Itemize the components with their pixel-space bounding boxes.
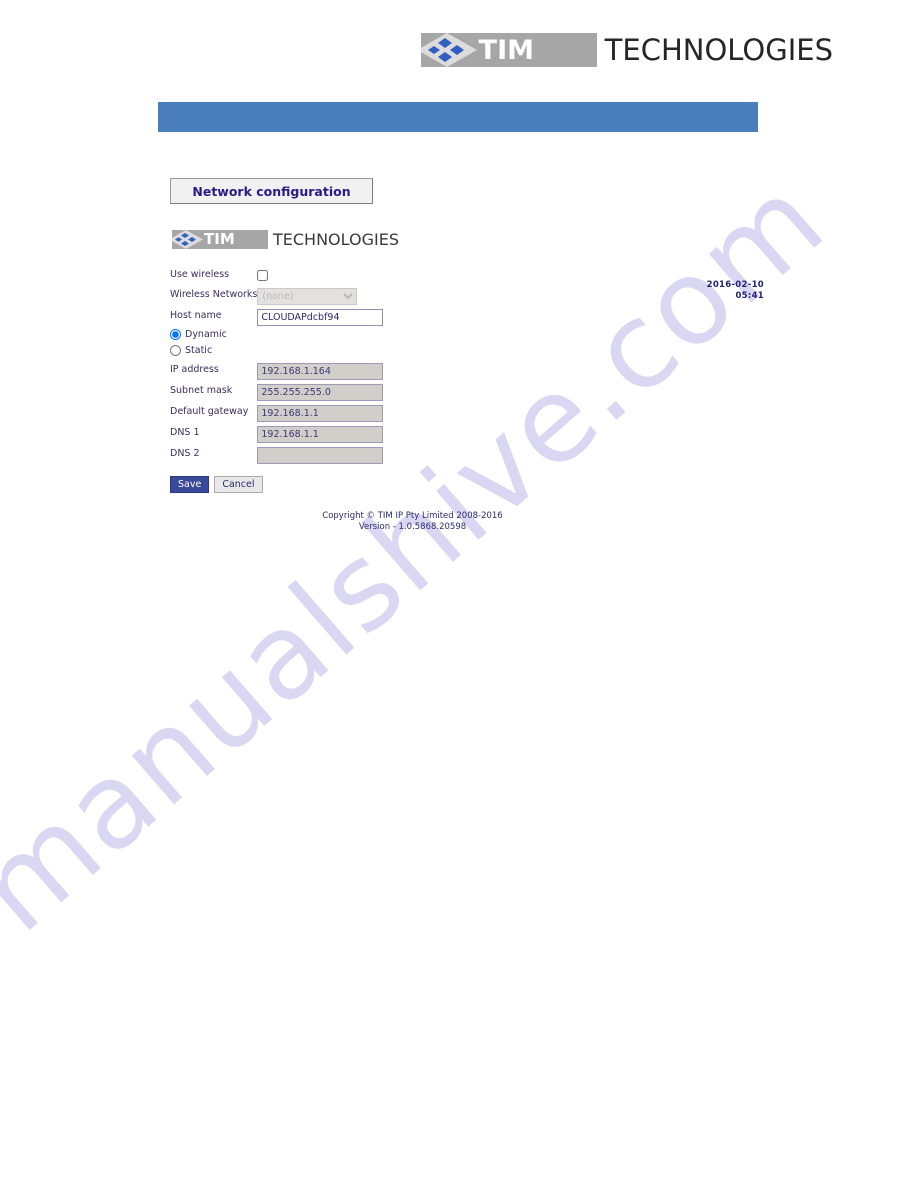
network-configuration-form: Use wireless Wireless Networks (none) Ho… bbox=[170, 265, 384, 464]
form-row-ip-address: IP address bbox=[170, 359, 384, 380]
subnet-mask-input[interactable] bbox=[257, 384, 384, 401]
radio-row-dynamic[interactable]: Dynamic bbox=[170, 326, 383, 342]
form-row-host-name: Host name bbox=[170, 305, 384, 326]
form-row-dns-2: DNS 2 bbox=[170, 443, 384, 464]
form-row-default-gateway: Default gateway bbox=[170, 401, 384, 422]
form-row-wireless-networks: Wireless Networks (none) bbox=[170, 284, 383, 305]
label-subnet-mask: Subnet mask bbox=[170, 385, 233, 396]
tab-network-configuration[interactable]: Network configuration bbox=[170, 178, 373, 204]
datetime-display: 2016-02-10 05:41 bbox=[707, 280, 764, 301]
cancel-button[interactable]: Cancel bbox=[214, 476, 263, 493]
device-web-ui: Network configuration TIM TECHNOLOGIES 2… bbox=[170, 178, 770, 534]
current-date: 2016-02-10 bbox=[706, 280, 764, 290]
technologies-wordmark-small: TECHNOLOGIES bbox=[273, 229, 399, 249]
use-wireless-checkbox[interactable] bbox=[257, 270, 269, 281]
form-row-subnet-mask: Subnet mask bbox=[170, 380, 384, 401]
label-dns-1: DNS 1 bbox=[170, 427, 200, 438]
form-row-dynamic: Dynamic bbox=[170, 326, 383, 343]
static-radio[interactable] bbox=[170, 345, 181, 357]
tim-logo-mark-small: TIM bbox=[172, 230, 268, 249]
label-host-name: Host name bbox=[170, 310, 222, 321]
label-wireless-networks: Wireless Networks bbox=[170, 289, 258, 300]
radio-row-static[interactable]: Static bbox=[170, 343, 383, 359]
tim-logo-mark: TIM bbox=[420, 33, 597, 67]
tim-logo-text: TIM bbox=[478, 35, 535, 66]
label-default-gateway: Default gateway bbox=[170, 406, 249, 417]
wireless-networks-select[interactable]: (none) bbox=[257, 288, 358, 305]
ip-address-input[interactable] bbox=[257, 363, 384, 380]
company-logo: TIM TECHNOLOGIES bbox=[420, 32, 833, 67]
default-gateway-input[interactable] bbox=[257, 405, 384, 422]
dns-1-input[interactable] bbox=[257, 426, 384, 443]
copyright-text: Copyright © TIM IP Pty Limited 2008-2016 bbox=[322, 511, 503, 521]
current-time: 05:41 bbox=[735, 290, 764, 301]
dns-2-input[interactable] bbox=[257, 447, 384, 464]
tim-logo-text-small: TIM bbox=[204, 230, 235, 248]
save-button[interactable]: Save bbox=[170, 476, 210, 493]
label-ip-address: IP address bbox=[170, 364, 219, 375]
dynamic-radio[interactable] bbox=[170, 328, 181, 340]
label-dynamic: Dynamic bbox=[185, 328, 227, 340]
device-ui-footer: Copyright © TIM IP Pty Limited 2008-2016… bbox=[210, 511, 615, 534]
version-text: Version - 1.0.5868.20598 bbox=[358, 522, 467, 533]
header-blue-band bbox=[158, 102, 758, 132]
form-button-row: Save Cancel bbox=[170, 476, 770, 493]
label-dns-2: DNS 2 bbox=[170, 448, 200, 459]
page-header: TIM TECHNOLOGIES bbox=[0, 0, 918, 92]
form-row-static: Static bbox=[170, 343, 383, 360]
technologies-wordmark: TECHNOLOGIES bbox=[604, 32, 833, 67]
label-use-wireless: Use wireless bbox=[170, 269, 230, 280]
host-name-input[interactable] bbox=[257, 309, 384, 326]
device-ui-logo: TIM TECHNOLOGIES bbox=[172, 230, 770, 249]
label-static: Static bbox=[185, 345, 213, 357]
form-row-use-wireless: Use wireless bbox=[170, 265, 383, 284]
form-row-dns-1: DNS 1 bbox=[170, 422, 384, 443]
